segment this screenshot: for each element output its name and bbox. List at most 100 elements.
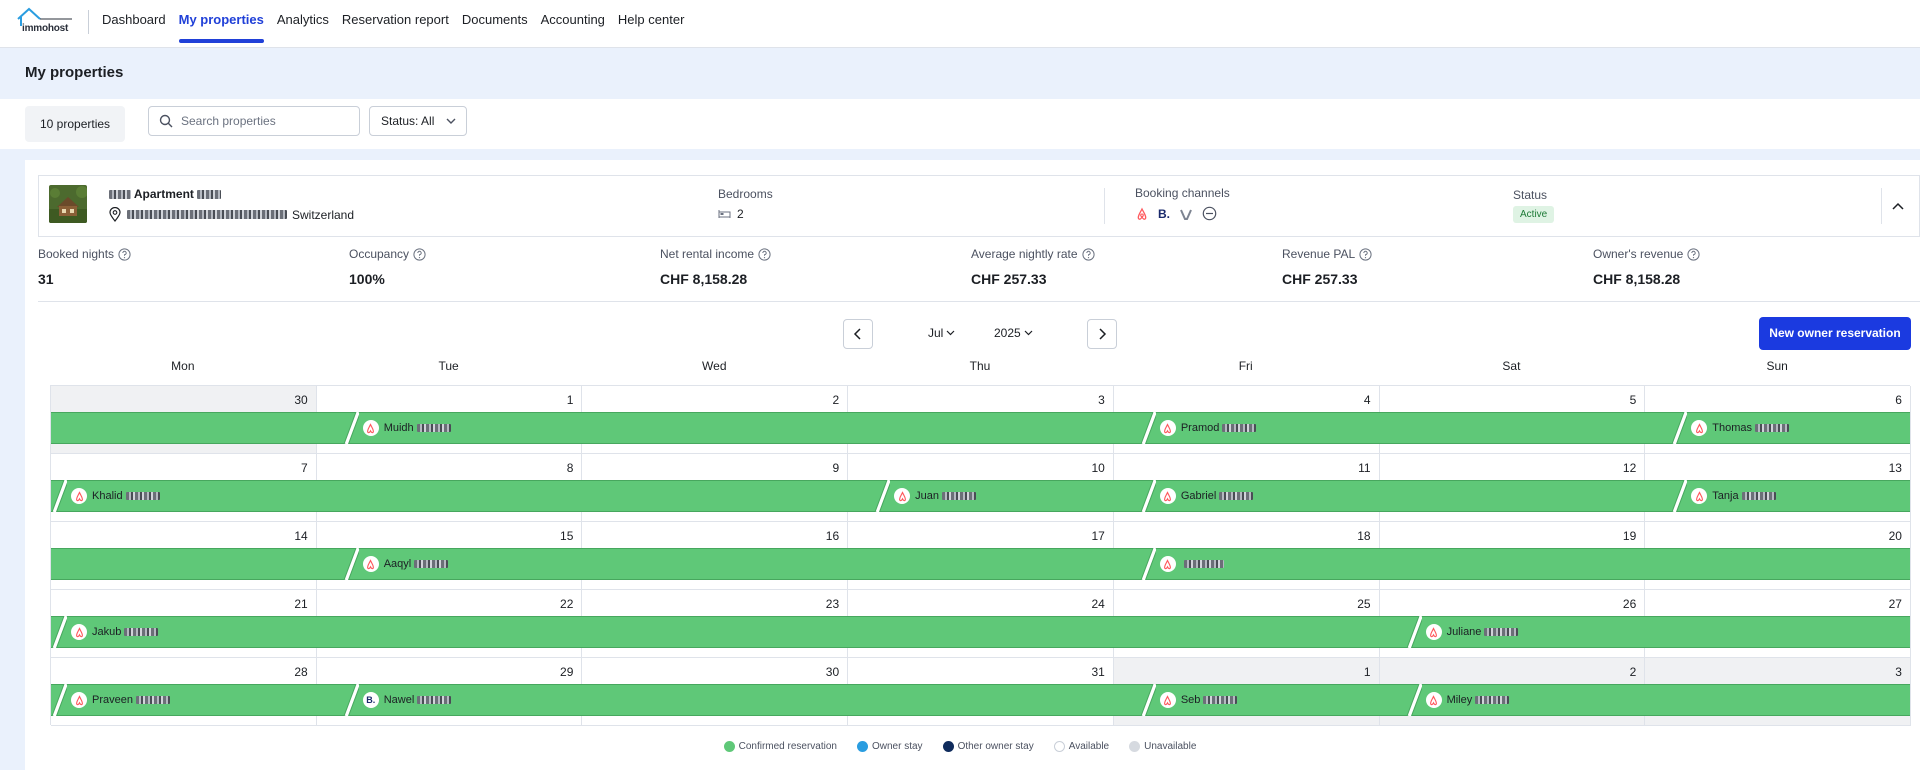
legend-label: Other owner stay	[957, 741, 1034, 752]
occupancy-bar	[51, 684, 1910, 716]
weekday-sat: Sat	[1502, 359, 1521, 373]
property-count: 10 properties	[25, 106, 126, 142]
reservation-item[interactable]: Seb	[1154, 684, 1238, 716]
property-address: Switzerland	[109, 207, 354, 222]
reservation-item[interactable]: B. Nawel	[357, 684, 452, 716]
help-icon[interactable]	[413, 247, 426, 261]
metric-label-text: Occupancy	[349, 247, 410, 261]
immohost-logo[interactable]: immohost	[16, 6, 74, 40]
airbnb-icon	[1430, 626, 1438, 637]
weekday-fri: Fri	[1238, 359, 1253, 373]
occupancy-bar	[51, 480, 1910, 512]
nav-item-documents[interactable]: Documents	[462, 0, 528, 48]
redacted-text	[414, 560, 449, 568]
reservation-item[interactable]: Gabriel	[1154, 480, 1254, 512]
next-month-button[interactable]	[1087, 319, 1117, 349]
weekday-tue: Tue	[438, 359, 459, 373]
day-number: 28	[294, 665, 308, 679]
metric-label-text: Net rental income	[660, 247, 755, 261]
day-number: 31	[1091, 665, 1105, 679]
year-select[interactable]: 2025	[994, 326, 1033, 340]
reservation-item[interactable]: Tanja	[1685, 480, 1776, 512]
page-title: My properties	[25, 64, 124, 81]
help-icon[interactable]	[1687, 247, 1700, 261]
guest-name: Juan	[915, 490, 976, 502]
reservation-item[interactable]: Thomas	[1685, 412, 1790, 444]
metric-label: Revenue PAL	[1282, 247, 1372, 261]
reservation-separator	[1136, 683, 1158, 717]
property-name[interactable]: Apartment	[109, 187, 222, 201]
metric-revenue-pal: Revenue PAL CHF 257.33	[1282, 247, 1372, 287]
bed-icon	[718, 210, 731, 218]
reservation-channel	[1159, 692, 1176, 708]
status-badge: Active	[1513, 206, 1555, 223]
guest-first-name: Gabriel	[1180, 490, 1217, 502]
day-number: 22	[560, 597, 574, 611]
new-owner-reservation-button[interactable]: New owner reservation	[1759, 317, 1911, 350]
guest-name: Nawel	[384, 694, 452, 706]
guest-first-name: Nawel	[383, 694, 415, 706]
reservation-item[interactable]	[1154, 548, 1224, 580]
legend-item: Owner stay	[856, 741, 923, 752]
help-icon[interactable]	[758, 247, 771, 261]
previous-month-button[interactable]	[843, 319, 873, 349]
reservation-separator	[339, 411, 361, 445]
chevron-left-icon	[853, 328, 861, 340]
airbnb-icon	[1695, 490, 1703, 501]
guest-name: Muidh	[384, 422, 451, 434]
airbnb-icon	[367, 422, 375, 433]
search-box[interactable]	[148, 106, 360, 136]
reservation-item[interactable]: Juliane	[1420, 616, 1519, 648]
reservation-separator	[1136, 479, 1158, 513]
guest-name: Juliane	[1447, 626, 1519, 638]
metric-value: CHF 257.33	[1282, 271, 1358, 287]
nav-item-my-properties[interactable]: My properties	[178, 0, 265, 48]
metric-label: Average nightly rate	[971, 247, 1095, 261]
nav-item-dashboard[interactable]: Dashboard	[102, 0, 166, 48]
reservation-channel	[362, 420, 379, 436]
collapse-button[interactable]	[1891, 198, 1905, 216]
reservation-item[interactable]: Pramod	[1154, 412, 1257, 444]
nav-item-reservation-report[interactable]: Reservation report	[342, 0, 449, 48]
reservation-channel	[1425, 692, 1442, 708]
redacted-text	[135, 696, 170, 704]
legend-item: Other owner stay	[942, 741, 1034, 752]
month-select[interactable]: Jul	[928, 326, 955, 340]
reservation-item[interactable]: Muidh	[357, 412, 451, 444]
help-icon[interactable]	[1359, 247, 1372, 261]
guest-name: Tanja	[1712, 490, 1776, 502]
metric-label: Occupancy	[349, 247, 426, 261]
guest-first-name: Tanja	[1712, 490, 1739, 502]
reservation-item[interactable]: Jakub	[65, 616, 159, 648]
day-number: 3	[1895, 665, 1902, 679]
nav-item-analytics[interactable]: Analytics	[277, 0, 329, 48]
nav-item-help-center[interactable]: Help center	[618, 0, 684, 48]
guest-first-name: Jakub	[92, 626, 122, 638]
reservation-item[interactable]: Aaqyl	[357, 548, 449, 580]
help-icon[interactable]	[1081, 247, 1095, 261]
guest-first-name: Pramod	[1180, 422, 1220, 434]
legend-label: Unavailable	[1144, 741, 1197, 752]
nav-item-accounting[interactable]: Accounting	[541, 0, 605, 48]
guest-name: Praveen	[92, 694, 170, 706]
status-filter-dropdown[interactable]: Status: All	[369, 106, 468, 136]
metrics-divider	[38, 301, 1920, 302]
vrbo-icon	[1180, 209, 1192, 220]
reservation-channel	[894, 488, 911, 504]
reservation-item[interactable]: Miley	[1420, 684, 1510, 716]
search-input[interactable]	[181, 112, 351, 130]
reservation-channel	[71, 488, 87, 504]
help-icon[interactable]	[118, 247, 131, 261]
airbnb-icon	[75, 694, 83, 705]
day-number: 19	[1622, 529, 1637, 543]
status-label: Status	[1513, 188, 1548, 202]
legend-label: Available	[1068, 741, 1110, 752]
reservation-item[interactable]: Khalid	[65, 480, 160, 512]
property-thumbnail[interactable]	[49, 185, 87, 223]
reservation-item[interactable]: Praveen	[65, 684, 170, 716]
day-number: 21	[294, 597, 308, 611]
day-number: 27	[1888, 597, 1902, 611]
reservation-item[interactable]: Juan	[888, 480, 976, 512]
occupancy-bar	[51, 548, 1910, 580]
guest-name: Aaqyl	[384, 558, 449, 570]
